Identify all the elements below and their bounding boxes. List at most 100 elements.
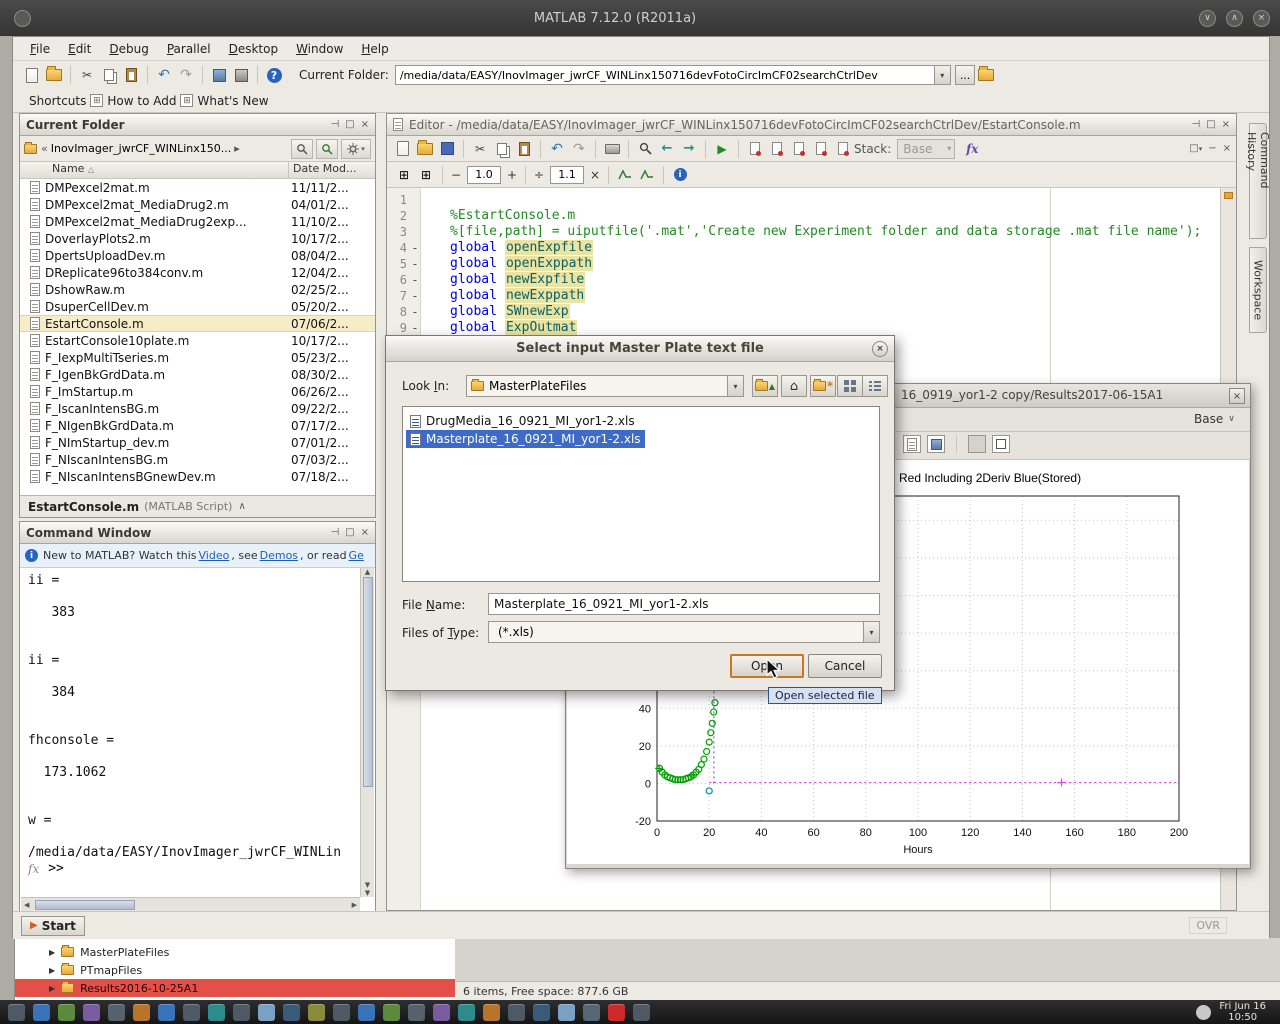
current-folder-header[interactable]: Current Folder ⊣ □ × [20,114,375,136]
browse-folder-button[interactable]: ... [955,65,976,85]
file-row[interactable]: F_IgenBkGrdData.m 08/30/2... [20,366,375,383]
simulink-icon[interactable] [208,64,230,86]
multiply-button[interactable]: × [587,166,603,184]
copy-icon[interactable] [491,138,513,160]
file-row[interactable]: DMPexcel2mat_MediaDrug2.m 04/01/2... [20,196,375,213]
breakpoint-margin[interactable] [409,208,421,224]
step-out-icon[interactable] [832,138,854,160]
insert-cell-divider-icon[interactable]: ⊞ [415,164,437,186]
insert-function-icon[interactable]: fx [961,138,983,160]
list-view-icon[interactable] [837,375,863,397]
expand-icon[interactable]: ▶ [49,984,55,993]
split-view-icon[interactable]: □▾ [1189,143,1202,154]
close-icon[interactable]: × [1223,143,1231,154]
breadcrumb-back-icon[interactable]: « [41,142,48,155]
command-window-header[interactable]: Command Window ⊣ □ × [20,522,375,544]
file-row[interactable]: F_NImStartup_dev.m 07/01/2... [20,434,375,451]
scroll-down-icon[interactable]: ▼ [365,881,370,889]
legend-icon[interactable] [968,435,986,453]
up-folder-icon[interactable] [975,64,997,86]
up-one-level-icon[interactable]: ▲ [752,375,778,397]
details-view-icon[interactable] [862,375,888,397]
taskbar-app-icon[interactable] [108,1004,125,1021]
step-icon[interactable] [788,138,810,160]
undo-icon[interactable]: ↶ [153,64,175,86]
taskbar-app-icon[interactable] [533,1004,550,1021]
eval-cell-advance-icon[interactable] [636,164,658,186]
new-figure-icon[interactable] [903,435,921,453]
file-row[interactable]: F_ImStartup.m 06/26/2... [20,383,375,400]
taskbar-app-icon[interactable] [608,1004,625,1021]
breakpoint-margin[interactable]: - [409,288,421,304]
video-link[interactable]: Video [199,549,230,562]
dock-icon[interactable]: ⊣ [1191,119,1200,130]
paste-icon[interactable] [120,64,142,86]
taskbar-clock[interactable]: Fri Jun 16 10:50 [1219,1001,1266,1023]
breakpoint-margin[interactable]: - [409,272,421,288]
vertical-scrollbar[interactable]: ▲ ▼ ▼ [360,568,374,897]
prompt[interactable]: >> [48,861,64,876]
close-icon[interactable]: × [361,527,369,538]
menu-item[interactable]: Parallel [158,39,220,59]
taskbar-app-icon[interactable] [83,1004,100,1021]
file-row[interactable]: DMPexcel2mat_MediaDrug2exp... 11/10/2... [20,213,375,230]
console-prompt-row[interactable]: fx >> [21,861,360,876]
close-icon[interactable]: × [1229,388,1245,404]
current-folder-path[interactable]: /media/data/EASY/InovImager_jwrCF_WINLin… [396,69,934,82]
new-file-icon[interactable] [392,138,414,160]
figure-stack-combobox[interactable]: Base ∨ [1194,412,1235,426]
restore-icon[interactable]: □ [1206,119,1215,130]
scroll-thumb[interactable] [35,900,135,910]
save-icon[interactable] [436,138,458,160]
cut-icon[interactable]: ✂ [469,138,491,160]
menu-item[interactable]: File [21,39,59,59]
close-icon[interactable]: × [361,119,369,130]
open-file-icon[interactable] [414,138,436,160]
taskbar-app-icon[interactable] [383,1004,400,1021]
warning-marker[interactable] [1224,192,1233,199]
go-back-icon[interactable]: ← [656,138,678,160]
redo-icon[interactable]: ↷ [175,64,197,86]
close-icon[interactable]: × [1222,119,1230,130]
scroll-up-icon[interactable]: ▲ [365,568,370,576]
shortcut-how-to-add[interactable]: How to Add [107,94,176,108]
file-row[interactable]: DshowRaw.m 02/25/2... [20,281,375,298]
line-number[interactable]: 7 [387,288,409,304]
increment-value-field[interactable]: 1.0 [467,166,501,184]
folder-row[interactable]: ▶ PTmapFiles [15,961,455,979]
taskbar-app-icon[interactable] [458,1004,475,1021]
system-tray-icon[interactable] [1196,1005,1211,1020]
taskbar-app-icon[interactable] [208,1004,225,1021]
dropdown-icon[interactable]: ▾ [727,376,743,396]
eval-cell-icon[interactable] [614,164,636,186]
console-area[interactable]: ii = 383 ii = 384 fhconsole = 173.1062 w… [21,568,360,897]
publish-info-icon[interactable]: i [669,164,691,186]
tab-workspace[interactable]: Workspace [1249,247,1267,333]
console-output[interactable]: ii = 383 ii = 384 fhconsole = 173.1062 w… [21,568,360,861]
decrement-button[interactable]: − [448,166,464,184]
dialog-titlebar[interactable]: Select input Master Plate text file × [386,336,894,362]
code-line[interactable]: 2 %EstartConsole.m [387,208,1220,224]
line-number[interactable]: 5 [387,256,409,272]
getting-started-link[interactable]: Ge [349,549,364,562]
line-number[interactable]: 3 [387,224,409,240]
folder-row[interactable]: ▶ MasterPlateFiles [15,943,455,961]
maximize-icon[interactable]: ∧ [1226,10,1243,27]
line-number[interactable]: 8 [387,304,409,320]
code-line[interactable]: 9 - globalExpOutmat [387,320,1220,336]
run-icon[interactable]: ▶ [711,138,733,160]
find-icon[interactable] [634,138,656,160]
taskbar-app-icon[interactable] [158,1004,175,1021]
file-row[interactable]: DoverlayPlots2.m 10/17/2... [20,230,375,247]
restore-icon[interactable]: □ [345,119,354,130]
code-line[interactable]: 1 [387,192,1220,208]
clear-breakpoints-icon[interactable] [766,138,788,160]
colorbar-icon[interactable] [992,435,1010,453]
home-icon[interactable]: ⌂ [781,375,807,397]
scroll-down-icon[interactable]: ▼ [365,889,370,897]
code-line[interactable]: 7 - globalnewExppath [387,288,1220,304]
code-line[interactable]: 3 %[file,path] = uiputfile('.mat','Creat… [387,224,1220,240]
column-name[interactable]: Name [52,162,84,175]
cut-icon[interactable]: ✂ [76,64,98,86]
multiply-value-field[interactable]: 1.1 [550,166,584,184]
